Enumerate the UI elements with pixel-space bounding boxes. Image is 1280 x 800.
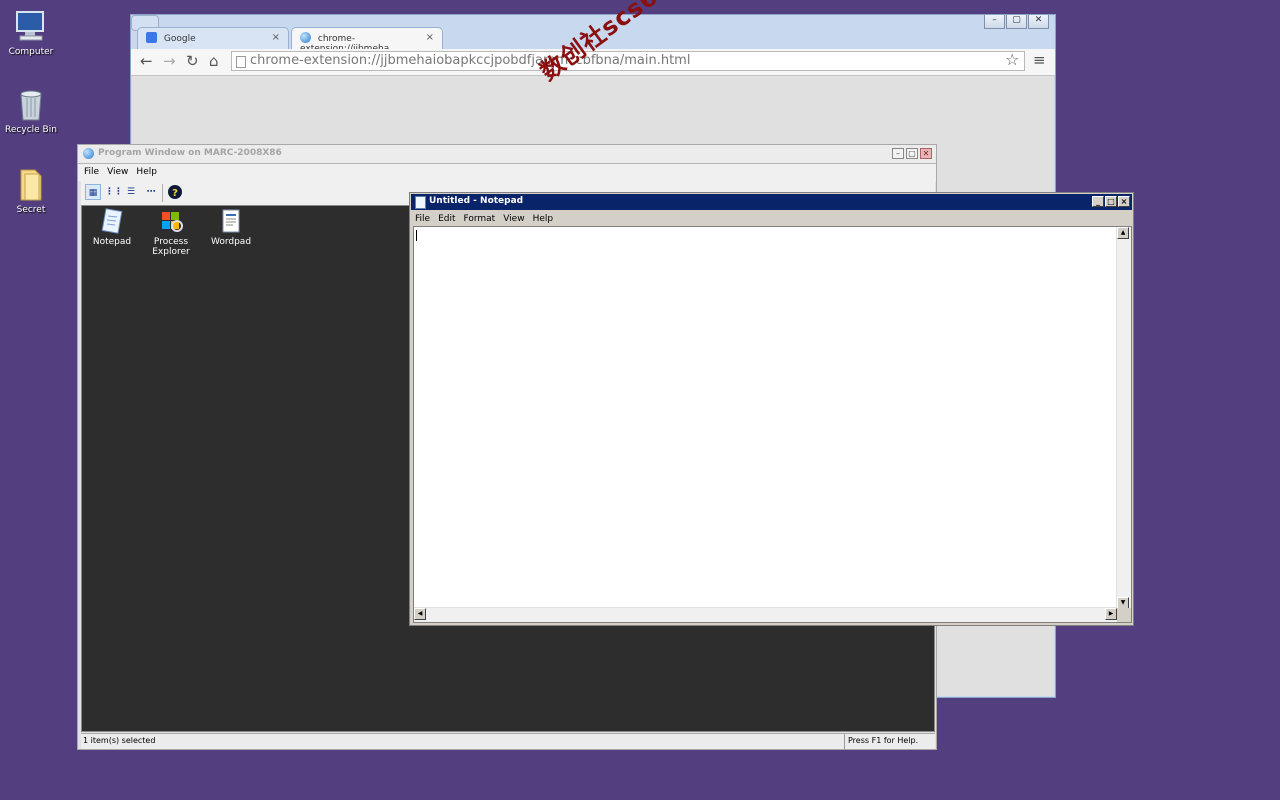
notepad-icon bbox=[415, 196, 426, 209]
vertical-scrollbar[interactable]: ▲ ▼ bbox=[1116, 227, 1131, 609]
menu-edit[interactable]: Edit bbox=[434, 212, 459, 224]
desktop-icon-computer[interactable]: Computer bbox=[4, 8, 58, 57]
menu-file[interactable]: File bbox=[411, 212, 434, 224]
menu-view[interactable]: View bbox=[103, 165, 132, 177]
globe-icon bbox=[300, 32, 311, 43]
wordpad-icon bbox=[219, 208, 243, 234]
menu-format[interactable]: Format bbox=[460, 212, 500, 224]
text-caret bbox=[416, 230, 417, 241]
horizontal-scrollbar[interactable]: ◀ ▶ bbox=[414, 607, 1117, 622]
resize-grip-icon[interactable] bbox=[1117, 608, 1131, 622]
desktop-icon-label: Computer bbox=[8, 47, 54, 57]
menu-file[interactable]: File bbox=[78, 165, 103, 177]
scroll-left-icon[interactable]: ◀ bbox=[414, 608, 426, 620]
computer-icon bbox=[13, 8, 49, 44]
desktop-icon-secret[interactable]: Secret bbox=[4, 166, 58, 215]
menu-help[interactable]: Help bbox=[529, 212, 558, 224]
program-menubar: File View Help bbox=[78, 163, 936, 181]
process-explorer-icon bbox=[159, 208, 183, 234]
minimize-button[interactable]: – bbox=[984, 15, 1005, 29]
maximize-button[interactable]: □ bbox=[1105, 196, 1117, 207]
tab-google[interactable]: Google × bbox=[137, 27, 289, 49]
tab-close-icon[interactable]: × bbox=[426, 32, 434, 43]
bookmark-star-icon[interactable]: ☆ bbox=[1005, 52, 1019, 68]
page-icon bbox=[236, 56, 246, 68]
small-icons-view-icon[interactable]: ⋮⋮ bbox=[105, 184, 123, 200]
google-favicon-icon bbox=[146, 32, 157, 43]
scroll-right-icon[interactable]: ▶ bbox=[1105, 608, 1117, 620]
tab-label: Google bbox=[163, 34, 196, 44]
details-view-icon[interactable]: ⋯ bbox=[143, 184, 159, 200]
forward-icon[interactable]: → bbox=[163, 53, 176, 69]
minimize-button[interactable]: – bbox=[892, 148, 904, 159]
tab-close-icon[interactable]: × bbox=[272, 32, 280, 43]
toolbar-separator bbox=[162, 184, 163, 202]
program-item-wordpad[interactable]: Wordpad bbox=[201, 208, 261, 247]
help-icon[interactable]: ? bbox=[167, 184, 183, 200]
program-item-label: Wordpad bbox=[210, 237, 252, 247]
program-item-notepad[interactable]: Notepad bbox=[82, 208, 142, 247]
minimize-button[interactable]: _ bbox=[1092, 196, 1104, 207]
program-item-label: Notepad bbox=[92, 237, 132, 247]
globe-icon bbox=[83, 148, 94, 159]
program-item-process-explorer[interactable]: Process Explorer bbox=[141, 208, 201, 257]
program-window-titlebar[interactable]: Program Window on MARC-2008X86 – ▢ ✕ bbox=[78, 145, 936, 163]
notepad-icon bbox=[100, 208, 124, 234]
menu-icon[interactable]: ≡ bbox=[1033, 52, 1046, 68]
notepad-text-area[interactable]: ▲ ▼ ◀ ▶ bbox=[413, 226, 1132, 623]
recycle-bin-icon bbox=[13, 86, 49, 122]
notepad-menubar: File Edit Format View Help bbox=[411, 211, 1132, 226]
notepad-window: Untitled - Notepad _ □ × File Edit Format V… bbox=[409, 192, 1134, 626]
close-button[interactable]: ✕ bbox=[920, 148, 932, 159]
notepad-titlebar[interactable]: Untitled - Notepad _ □ × bbox=[411, 194, 1132, 210]
folder-icon bbox=[13, 166, 49, 202]
window-buttons: – ▢ ✕ bbox=[892, 148, 932, 159]
address-text: chrome-extension://jjbmehaiobapkccjpobdf… bbox=[250, 53, 691, 68]
program-item-label: Process Explorer bbox=[152, 237, 190, 257]
desktop-icon-recycle-bin[interactable]: Recycle Bin bbox=[4, 86, 58, 135]
window-title: Program Window on MARC-2008X86 bbox=[98, 148, 282, 158]
window-buttons: _ □ × bbox=[1092, 196, 1130, 207]
status-separator bbox=[844, 734, 845, 749]
close-button[interactable]: × bbox=[1118, 196, 1130, 207]
menu-help[interactable]: Help bbox=[132, 165, 161, 177]
status-help: Press F1 for Help. bbox=[848, 736, 919, 745]
scroll-up-icon[interactable]: ▲ bbox=[1117, 227, 1129, 239]
svg-text:?: ? bbox=[172, 188, 178, 199]
status-selection: 1 item(s) selected bbox=[83, 736, 156, 745]
desktop-icon-label: Recycle Bin bbox=[5, 125, 57, 135]
large-icons-view-icon[interactable]: ▦ bbox=[85, 184, 101, 200]
back-icon[interactable]: ← bbox=[140, 53, 153, 69]
window-title: Untitled - Notepad bbox=[429, 196, 524, 206]
chrome-caption-buttons: – ▢ ✕ bbox=[984, 15, 1049, 29]
desktop-icon-label: Secret bbox=[16, 205, 46, 215]
home-icon[interactable]: ⌂ bbox=[209, 53, 219, 69]
address-bar[interactable]: chrome-extension://jjbmehaiobapkccjpobdf… bbox=[231, 51, 1025, 71]
maximize-button[interactable]: ▢ bbox=[906, 148, 918, 159]
status-bar: 1 item(s) selected Press F1 for Help. bbox=[81, 733, 935, 749]
reload-icon[interactable]: ↻ bbox=[186, 53, 199, 69]
close-button[interactable]: ✕ bbox=[1028, 15, 1049, 29]
list-view-icon[interactable]: ☰ bbox=[123, 184, 139, 200]
maximize-button[interactable]: ▢ bbox=[1006, 15, 1027, 29]
tab-extension[interactable]: chrome-extension://jjbmeha × bbox=[291, 27, 443, 54]
menu-view[interactable]: View bbox=[499, 212, 528, 224]
